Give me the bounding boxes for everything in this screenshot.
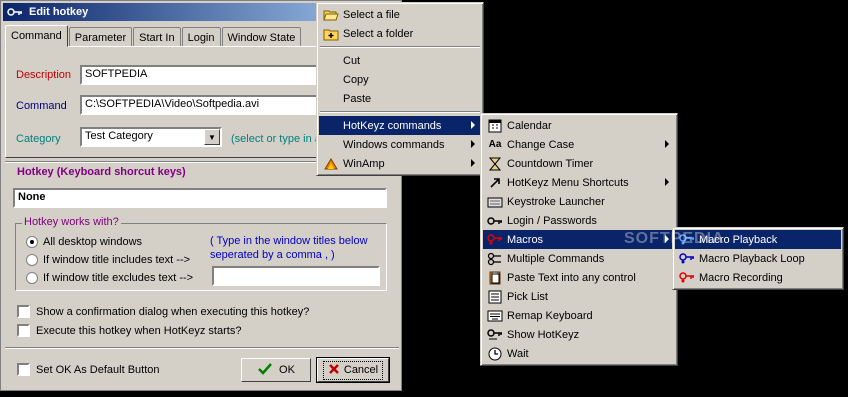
menu-item-select-file[interactable]: Select a file <box>319 5 481 24</box>
list-icon <box>487 289 503 304</box>
menu-item-wait[interactable]: Wait <box>483 344 675 363</box>
menu-item-macros[interactable]: Macros <box>483 230 675 249</box>
window-title: Edit hotkey <box>29 6 89 18</box>
key-icon <box>487 327 503 342</box>
menu-item-pick-list[interactable]: Pick List <box>483 287 675 306</box>
category-combo[interactable]: Test Category ▼ <box>80 127 222 147</box>
keyboard-icon <box>487 308 503 323</box>
hotkeyz-commands-submenu: Calendar Aa Change Case Countdown Timer … <box>480 113 678 366</box>
description-label: Description <box>16 69 72 81</box>
window-titles-input[interactable] <box>212 266 380 286</box>
cancel-button[interactable]: Cancel <box>316 357 390 383</box>
menu-item-windows-commands[interactable]: Windows commands <box>319 135 481 154</box>
menu-item-macro-playback-loop[interactable]: Macro Playback Loop <box>675 249 841 268</box>
tab-parameter[interactable]: Parameter <box>68 27 133 47</box>
menu-item-hotkeyz-commands[interactable]: HotKeyz commands <box>319 116 481 135</box>
key-icon <box>487 213 503 228</box>
blue-key-icon <box>679 251 695 266</box>
hourglass-icon <box>487 156 503 171</box>
menu-item-paste-text[interactable]: Paste Text into any control <box>483 268 675 287</box>
menu-item-change-case[interactable]: Aa Change Case <box>483 135 675 154</box>
works-with-group: Hotkey works with? All desktop windows I… <box>15 216 387 291</box>
multiple-keys-icon <box>487 251 503 266</box>
clock-icon <box>487 346 503 361</box>
submenu-arrow-icon <box>471 121 475 129</box>
submenu-arrow-icon <box>665 140 669 148</box>
tab-start-in[interactable]: Start In <box>133 27 181 47</box>
run-on-start-checkbox[interactable]: Execute this hotkey when HotKeyz starts? <box>17 324 241 337</box>
menu-item-multiple-commands[interactable]: Multiple Commands <box>483 249 675 268</box>
category-hint: (select or type in a <box>231 133 321 145</box>
category-value: Test Category <box>85 130 153 142</box>
blue-key-icon <box>679 232 695 247</box>
hotkey-title: Hotkey (Keyboard shorcut keys) <box>17 166 186 178</box>
menu-separator <box>319 108 481 116</box>
menu-item-macro-recording[interactable]: Macro Recording <box>675 268 841 287</box>
checkbox-box <box>17 363 30 376</box>
submenu-arrow-icon <box>665 178 669 186</box>
radio-dot <box>26 254 38 266</box>
menu-item-cut[interactable]: Cut <box>319 51 481 70</box>
tab-window-state[interactable]: Window State <box>221 27 302 47</box>
submenu-arrow-icon <box>471 159 475 167</box>
divider <box>5 347 399 349</box>
hotkey-input[interactable]: None <box>13 188 387 208</box>
works-with-title: Hotkey works with? <box>22 216 121 228</box>
folder-plus-icon <box>323 26 339 41</box>
cancel-x-icon <box>328 363 340 378</box>
tab-strip: Command Parameter Start In Login Window … <box>5 25 302 47</box>
menu-separator <box>319 43 481 51</box>
open-folder-icon <box>323 7 339 22</box>
checkmark-icon <box>257 362 273 379</box>
clipboard-icon <box>487 270 503 285</box>
menu-item-remap-keyboard[interactable]: Remap Keyboard <box>483 306 675 325</box>
keyboard-icon <box>487 194 503 209</box>
checkbox-box <box>17 305 30 318</box>
menu-item-copy[interactable]: Copy <box>319 70 481 89</box>
menu-item-login-passwords[interactable]: Login / Passwords <box>483 211 675 230</box>
shortcut-arrow-icon <box>487 175 503 190</box>
chevron-down-icon[interactable]: ▼ <box>204 129 220 145</box>
window-titles-hint: ( Type in the window titles below sepera… <box>210 235 368 261</box>
radio-dot <box>26 272 38 284</box>
command-label: Command <box>16 100 67 112</box>
submenu-arrow-icon <box>665 235 669 243</box>
command-input[interactable]: C:\SOFTPEDIA\Video\Softpedia.avi <box>80 95 320 115</box>
menu-item-calendar[interactable]: Calendar <box>483 116 675 135</box>
menu-item-select-folder[interactable]: Select a folder <box>319 24 481 43</box>
context-menu: Select a file Select a folder Cut Copy P… <box>316 2 484 176</box>
radio-title-includes[interactable]: If window title includes text --> <box>26 254 190 266</box>
ok-button[interactable]: OK <box>241 358 311 382</box>
tab-login[interactable]: Login <box>181 27 221 47</box>
radio-title-excludes[interactable]: If window title excludes text --> <box>26 272 193 284</box>
menu-item-paste[interactable]: Paste <box>319 89 481 108</box>
checkbox-box <box>17 324 30 337</box>
submenu-arrow-icon <box>471 140 475 148</box>
menu-item-countdown-timer[interactable]: Countdown Timer <box>483 154 675 173</box>
calendar-icon <box>487 118 503 133</box>
menu-item-menu-shortcuts[interactable]: HotKeyz Menu Shortcuts <box>483 173 675 192</box>
winamp-icon <box>323 156 339 171</box>
confirm-checkbox[interactable]: Show a confirmation dialog when executin… <box>17 305 309 318</box>
change-case-icon: Aa <box>488 139 502 150</box>
red-key-icon <box>487 232 503 247</box>
key-icon <box>7 5 23 19</box>
ok-default-checkbox[interactable]: Set OK As Default Button <box>17 363 160 376</box>
menu-item-keystroke-launcher[interactable]: Keystroke Launcher <box>483 192 675 211</box>
menu-item-macro-playback[interactable]: Macro Playback <box>675 230 841 249</box>
menu-item-show-hotkeyz[interactable]: Show HotKeyz <box>483 325 675 344</box>
red-key-icon <box>679 270 695 285</box>
tab-command[interactable]: Command <box>5 25 68 47</box>
radio-dot <box>26 236 38 248</box>
category-label: Category <box>16 133 61 145</box>
menu-item-winamp[interactable]: WinAmp <box>319 154 481 173</box>
macros-submenu: Macro Playback Macro Playback Loop Macro… <box>672 227 844 290</box>
radio-all-windows[interactable]: All desktop windows <box>26 236 142 248</box>
description-input[interactable]: SOFTPEDIA <box>80 65 320 85</box>
